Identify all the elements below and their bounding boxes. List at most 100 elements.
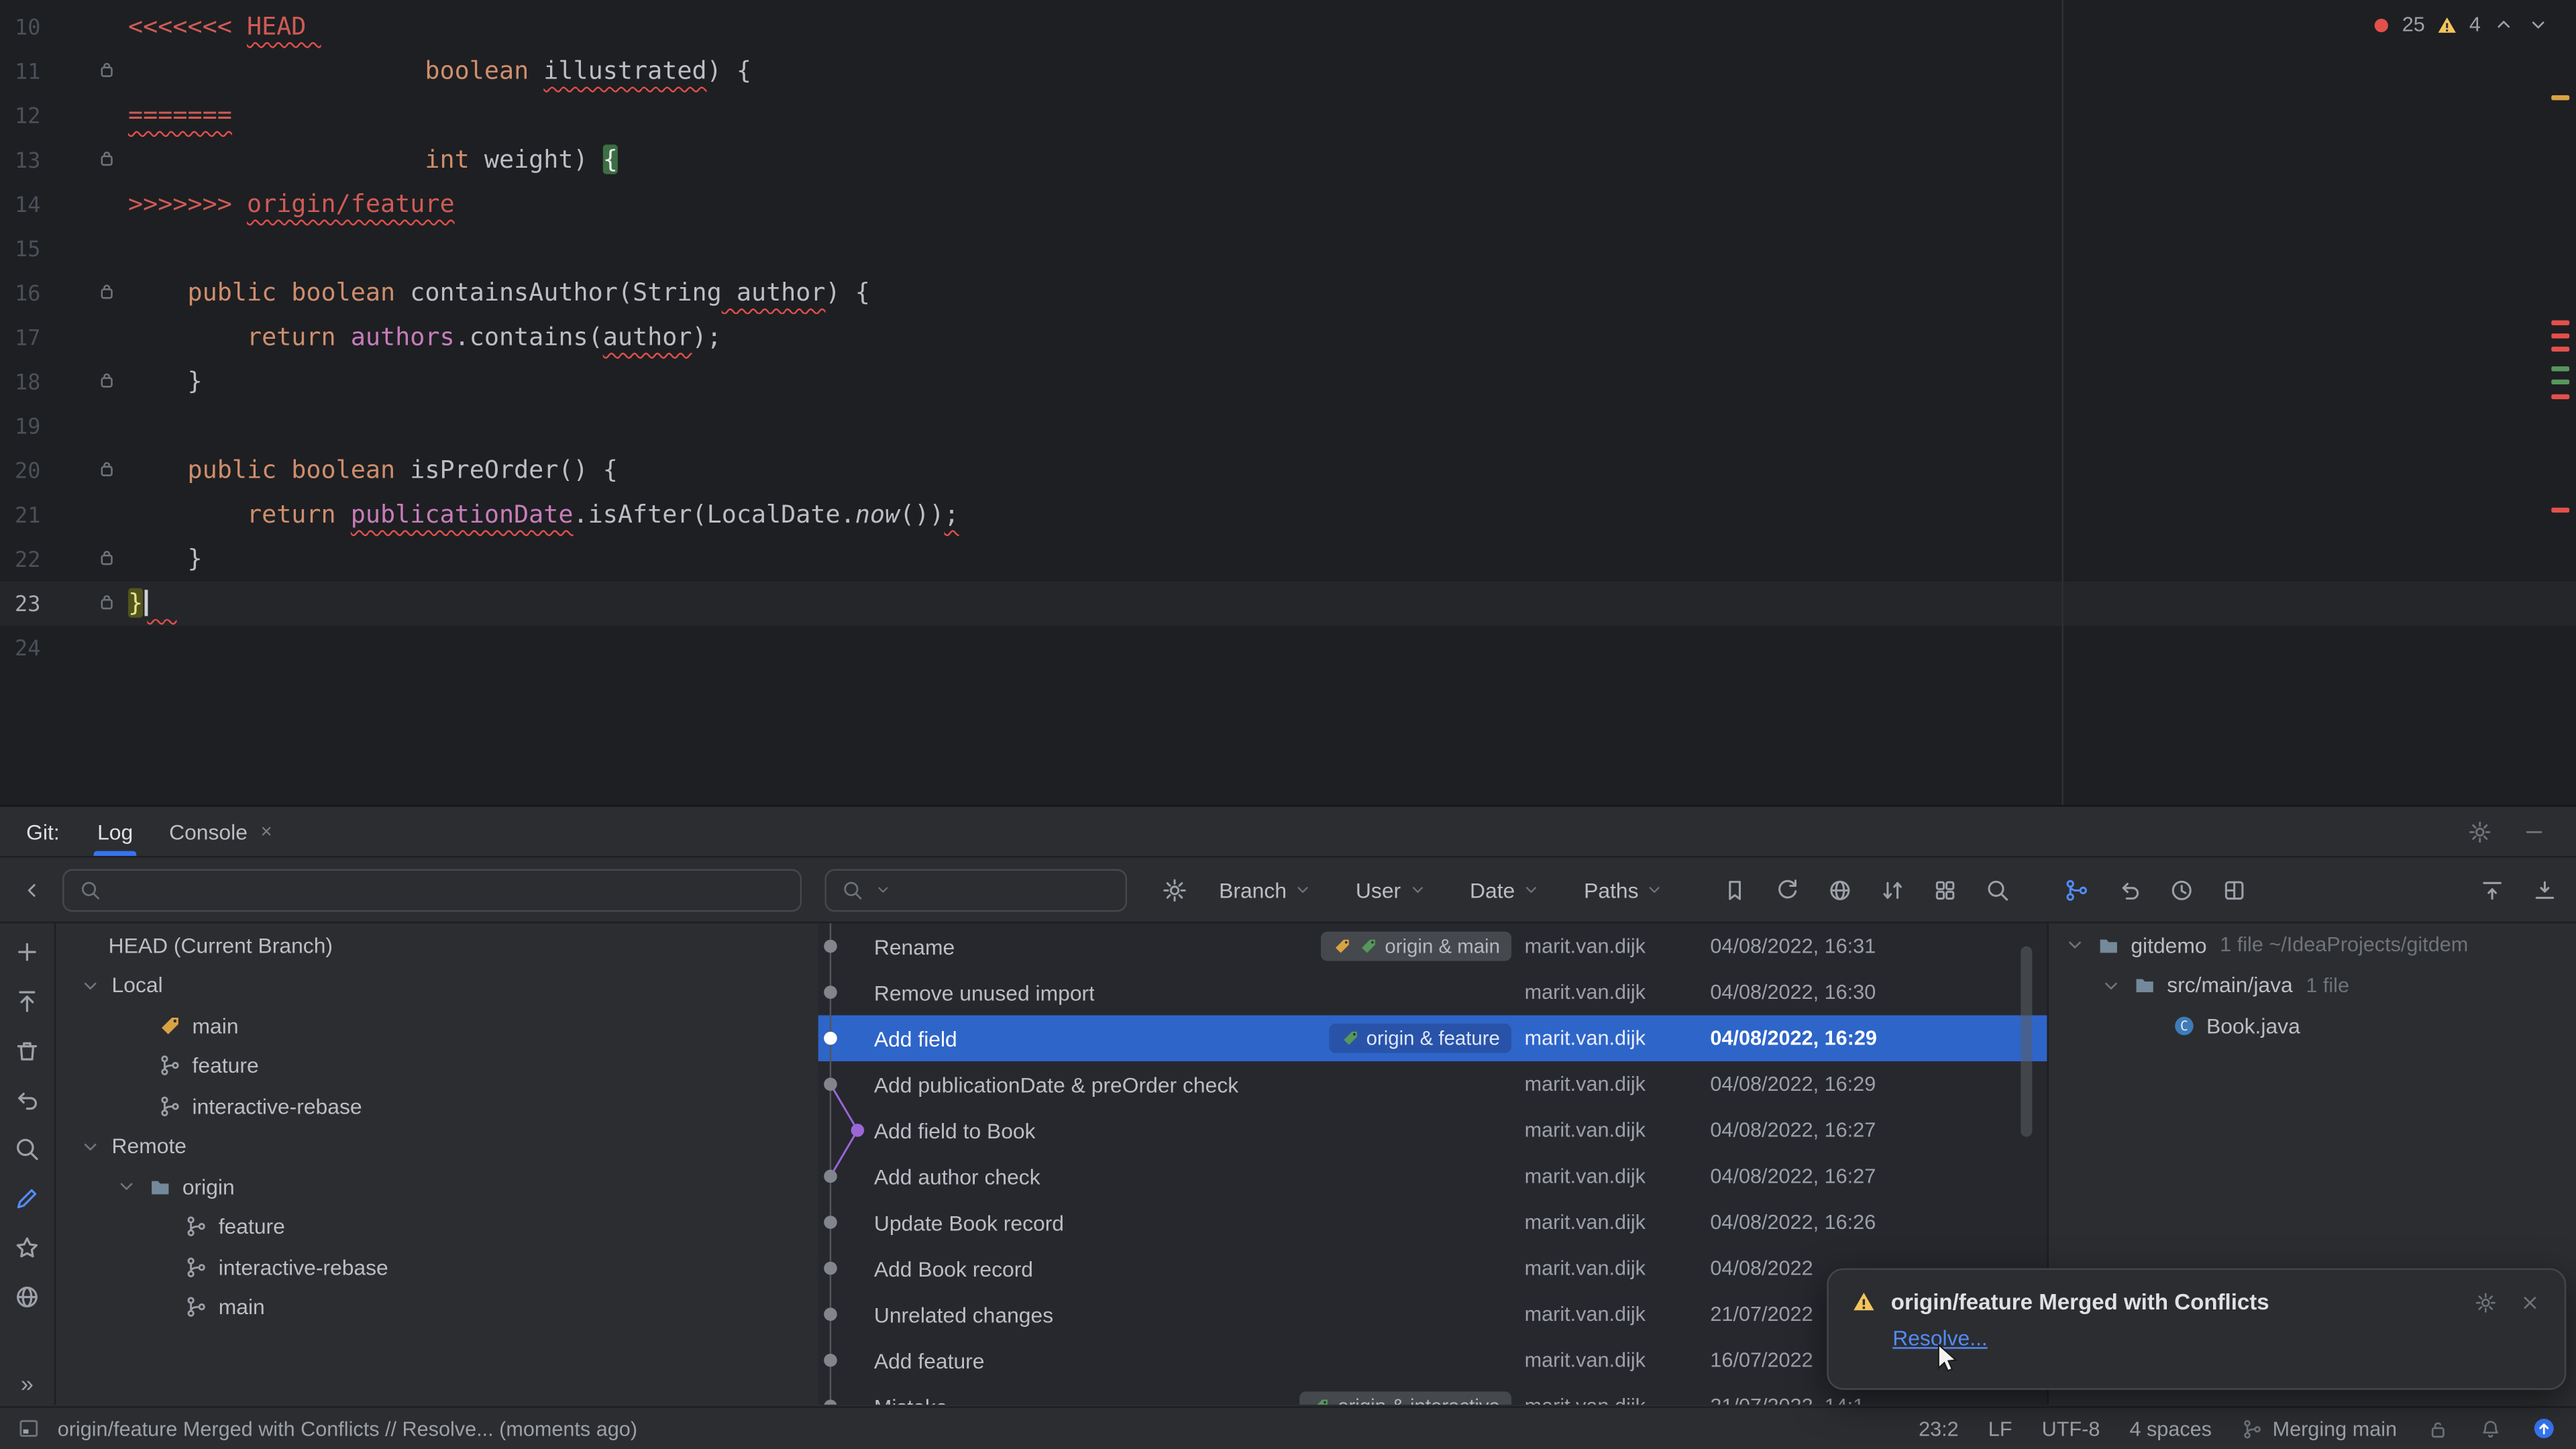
code-line[interactable]: 11 boolean illustrated) { [0, 49, 2576, 93]
fold-icon[interactable] [97, 460, 116, 480]
back-icon[interactable] [19, 877, 44, 902]
undo-icon[interactable] [2116, 877, 2142, 903]
lock-icon[interactable] [2426, 1417, 2449, 1440]
fold-icon[interactable] [97, 371, 116, 390]
project-tree-item[interactable]: gitdemo1 file ~/IdeaProjects/gitdem [2049, 925, 2576, 965]
tool-window-switcher-icon[interactable] [16, 1416, 41, 1441]
fold-icon[interactable] [97, 150, 116, 169]
checkout-icon[interactable] [13, 987, 42, 1016]
code-line[interactable]: 21 return publicationDate.isAfter(LocalD… [0, 493, 2576, 537]
previous-problem-icon[interactable] [2492, 13, 2515, 36]
update-icon[interactable] [2532, 1416, 2557, 1441]
inspections-widget[interactable]: 25 4 [2373, 13, 2550, 36]
hide-tool-window-icon[interactable] [2522, 819, 2546, 844]
commit-row[interactable]: Renameorigin & mainmarit.van.dijk04/08/2… [818, 923, 2047, 969]
chevron-down-icon[interactable] [2063, 934, 2086, 957]
status-message[interactable]: origin/feature Merged with Conflicts // … [58, 1417, 637, 1440]
match-settings-icon[interactable] [1161, 877, 1187, 903]
trash-icon[interactable] [13, 1036, 42, 1065]
bookmark-icon[interactable] [1722, 877, 1748, 903]
code-line[interactable]: 18 } [0, 360, 2576, 404]
branch-item[interactable]: origin [56, 1167, 818, 1207]
project-tree-item[interactable]: CBook.java [2049, 1006, 2576, 1046]
chevron-down-icon[interactable] [79, 1135, 102, 1158]
commit-row[interactable]: Add author checkmarit.van.dijk04/08/2022… [818, 1153, 2047, 1199]
caret-position-widget[interactable]: 23:2 [1919, 1417, 1959, 1440]
branch-item[interactable]: feature [56, 1046, 818, 1086]
refresh-icon[interactable] [1774, 877, 1801, 903]
collapse-all-icon[interactable] [2479, 877, 2506, 903]
filter-paths[interactable]: Paths [1584, 877, 1665, 902]
layout-icon[interactable] [2221, 877, 2247, 903]
branch-chip[interactable]: origin & interactive [1300, 1391, 1511, 1405]
notification-close-icon[interactable] [2518, 1291, 2541, 1313]
git-branch-widget[interactable]: Merging main [2241, 1417, 2397, 1440]
chevron-down-icon[interactable] [2100, 974, 2123, 997]
resolve-link[interactable]: Resolve... [1892, 1326, 1988, 1350]
filter-user[interactable]: User [1356, 877, 1427, 902]
code-line[interactable]: 24 [0, 626, 2576, 670]
code-line[interactable]: 23} [0, 582, 2576, 626]
code-line[interactable]: 16 public boolean containsAuthor(String … [0, 271, 2576, 315]
code-line[interactable]: 17 return authors.contains(author); [0, 315, 2576, 360]
log-filter-field[interactable] [824, 868, 1127, 911]
scrollbar-error-stripe[interactable] [2546, 0, 2576, 805]
globe-icon[interactable] [1827, 877, 1853, 903]
search-icon[interactable] [1984, 877, 2010, 903]
code-line[interactable]: 15 [0, 227, 2576, 271]
indent-widget[interactable]: 4 spaces [2129, 1417, 2212, 1440]
chevron-down-icon[interactable] [79, 974, 102, 997]
pencil-icon[interactable] [13, 1185, 42, 1213]
more-icon[interactable]: » [21, 1370, 34, 1396]
code-line[interactable]: 10<<<<<<< HEAD [0, 5, 2576, 49]
notifications-icon[interactable] [2479, 1417, 2502, 1440]
tab-log[interactable]: Log [79, 806, 151, 855]
compare-icon[interactable] [2063, 877, 2090, 903]
fold-icon[interactable] [97, 549, 116, 568]
close-tab-icon[interactable]: × [261, 820, 272, 843]
sort-icon[interactable] [1880, 877, 1906, 903]
branch-item[interactable]: HEAD (Current Branch) [56, 925, 818, 965]
branch-item[interactable]: main [56, 1287, 818, 1328]
commit-row[interactable]: Remove unused importmarit.van.dijk04/08/… [818, 969, 2047, 1016]
branch-item[interactable]: feature [56, 1207, 818, 1247]
star-icon[interactable] [13, 1234, 42, 1262]
fold-icon[interactable] [97, 593, 116, 612]
encoding-widget[interactable]: UTF-8 [2042, 1417, 2100, 1440]
filter-branch[interactable]: Branch [1219, 877, 1313, 902]
branch-item[interactable]: interactive-rebase [56, 1247, 818, 1287]
commit-row[interactable]: Update Book recordmarit.van.dijk04/08/20… [818, 1199, 2047, 1246]
grid-icon[interactable] [1932, 877, 1958, 903]
project-tree-item[interactable]: src/main/java1 file [2049, 965, 2576, 1006]
chevron-down-icon[interactable] [115, 1175, 138, 1198]
commit-row[interactable]: Add field to Bookmarit.van.dijk04/08/202… [818, 1108, 2047, 1154]
code-line[interactable]: 12======= [0, 94, 2576, 138]
branch-item[interactable]: Remote [56, 1126, 818, 1167]
tool-window-settings-icon[interactable] [2467, 819, 2492, 844]
rollback-icon[interactable] [13, 1086, 42, 1114]
filter-date[interactable]: Date [1470, 877, 1541, 902]
commit-row[interactable]: Add publicationDate & preOrder checkmari… [818, 1061, 2047, 1108]
fold-icon[interactable] [97, 282, 116, 302]
tab-console[interactable]: Console× [151, 806, 290, 855]
branch-search-field[interactable] [62, 868, 802, 911]
line-separator-widget[interactable]: LF [1988, 1417, 2012, 1440]
branch-chip[interactable]: origin & main [1321, 932, 1511, 961]
globe-icon[interactable] [13, 1283, 42, 1311]
code-line[interactable]: 22 } [0, 537, 2576, 582]
fold-icon[interactable] [97, 61, 116, 80]
branch-chip[interactable]: origin & feature [1328, 1024, 1511, 1053]
search-icon[interactable] [13, 1135, 42, 1163]
branch-item[interactable]: main [56, 1006, 818, 1046]
commit-list-scrollbar[interactable] [2021, 947, 2032, 1137]
notification-settings-icon[interactable] [2474, 1291, 2497, 1313]
code-editor[interactable]: 10<<<<<<< HEAD 11 boolean illustrated) {… [0, 0, 2576, 806]
history-icon[interactable] [2169, 877, 2195, 903]
code-line[interactable]: 14>>>>>>> origin/feature [0, 182, 2576, 227]
commit-row[interactable]: Add fieldorigin & featuremarit.van.dijk0… [818, 1015, 2047, 1061]
branch-item[interactable]: Local [56, 965, 818, 1006]
expand-all-icon[interactable] [2532, 877, 2558, 903]
branch-item[interactable]: interactive-rebase [56, 1086, 818, 1126]
plus-icon[interactable] [13, 938, 42, 966]
code-line[interactable]: 20 public boolean isPreOrder() { [0, 449, 2576, 493]
